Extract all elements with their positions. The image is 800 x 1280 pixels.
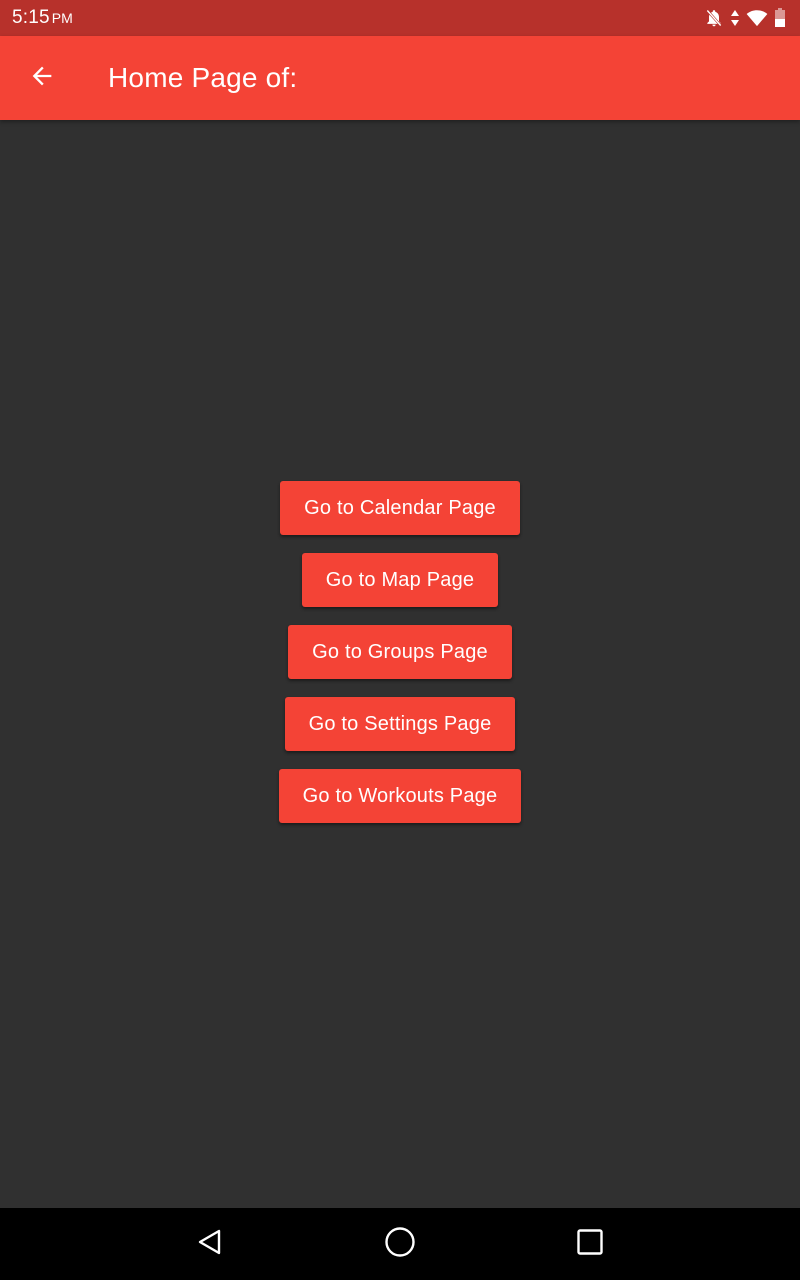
wifi-icon xyxy=(746,9,768,27)
status-bar: 5:15 PM xyxy=(0,0,800,36)
data-arrows-icon xyxy=(730,8,740,28)
back-button[interactable] xyxy=(14,50,70,106)
nav-home-button[interactable] xyxy=(380,1224,420,1264)
map-page-button[interactable]: Go to Map Page xyxy=(301,553,499,607)
battery-icon xyxy=(774,8,786,28)
calendar-page-button[interactable]: Go to Calendar Page xyxy=(280,481,520,535)
nav-recents-button[interactable] xyxy=(570,1224,610,1264)
page-title: Home Page of: xyxy=(108,62,298,93)
status-time: 5:15 PM xyxy=(12,7,73,29)
groups-page-button[interactable]: Go to Groups Page xyxy=(288,625,512,679)
main-content: Go to Calendar Page Go to Map Page Go to… xyxy=(0,120,800,1208)
arrow-back-icon xyxy=(28,62,56,95)
status-clock: 5:15 xyxy=(12,7,50,28)
notifications-off-icon xyxy=(704,8,724,28)
system-nav-bar xyxy=(0,1208,800,1280)
app-bar: Home Page of: xyxy=(0,36,800,120)
workouts-page-button[interactable]: Go to Workouts Page xyxy=(278,769,522,823)
home-circle-icon xyxy=(384,1226,416,1263)
back-triangle-icon xyxy=(196,1228,224,1261)
settings-page-button[interactable]: Go to Settings Page xyxy=(284,697,516,751)
status-ampm: PM xyxy=(51,10,73,26)
status-icons xyxy=(704,8,786,28)
nav-back-button[interactable] xyxy=(190,1224,230,1264)
recents-square-icon xyxy=(576,1228,604,1261)
screen: 5:15 PM Home Page of: Go to Calendar Pag… xyxy=(0,0,800,1280)
